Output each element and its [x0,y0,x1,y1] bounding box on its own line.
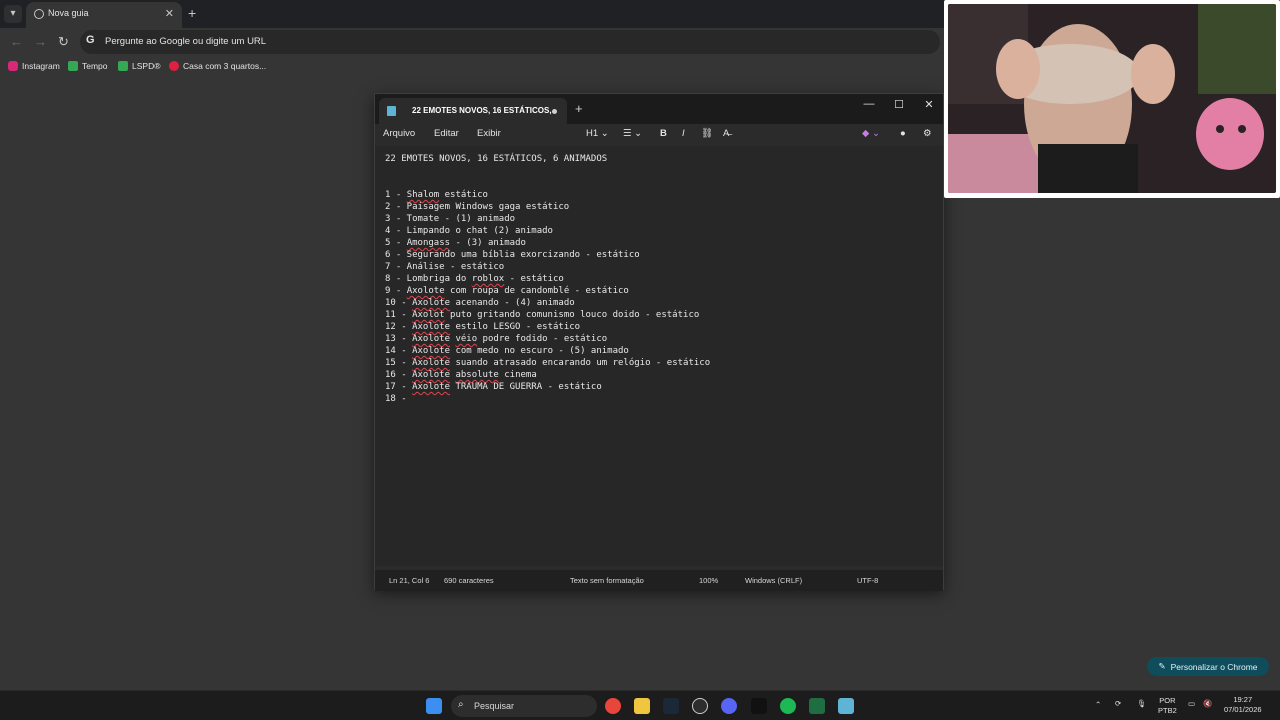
cursor-position: Ln 21, Col 6 [389,576,430,585]
char-count: 690 caracteres [444,576,494,585]
bookmark-lspd[interactable]: LSPD® [118,61,160,71]
address-bar[interactable]: G Pergunte ao Google ou digite um URL [80,30,940,54]
notepad-titlebar: 22 EMOTES NOVOS, 16 ESTÁTICOS, + — ☐ ✕ [375,94,943,124]
spotify-icon[interactable] [780,698,796,714]
tab-search-button[interactable]: ▾ [4,5,22,23]
bookmark-casa[interactable]: Casa com 3 quartos... [169,61,266,71]
maximize-button[interactable]: ☐ [889,98,909,111]
bold-icon[interactable]: B [660,128,667,139]
network-icon[interactable]: ▭ [1188,699,1195,709]
webcam-overlay [944,0,1280,198]
notepad-statusbar: Ln 21, Col 6 690 caracteres Texto sem fo… [375,570,943,591]
text-line: 13 - Axolote véio podre fodido - estátic… [385,334,608,344]
text-line: 16 - Axolote absolute cinema [385,370,537,380]
notepad-taskbar-icon[interactable] [838,698,854,714]
text-line: 9 - Axolote com roupa de candomblé - est… [385,286,629,296]
text-line: 5 - Amongass - (3) animado [385,238,526,248]
google-icon: G [86,34,95,46]
start-icon[interactable] [426,698,442,714]
search-label: Pesquisar [474,701,515,711]
obs-icon[interactable] [692,698,708,714]
text-line: 7 - Análise - estático [385,262,505,272]
copilot-icon[interactable]: ◆ ⌄ [862,128,880,139]
text-line: 4 - Limpando o chat (2) animado [385,226,553,236]
clock[interactable]: 19:27 07/01/2026 [1224,695,1262,715]
text-line: 14 - Axolote com medo no escuro - (5) an… [385,346,629,356]
volume-muted-icon[interactable]: 🔇 [1203,699,1212,709]
italic-icon[interactable]: I [682,128,685,139]
text-line: 3 - Tomate - (1) animado [385,214,516,224]
file-explorer-icon[interactable] [634,698,650,714]
webcam-video [948,4,1276,193]
windows-taskbar: ⌕ Pesquisar ⌃ ⟳ 🎙 POR PTB2 ▭ 🔇 19:27 07/… [0,690,1280,720]
pencil-icon: ✎ [1158,661,1166,671]
airbnb-icon [169,61,179,71]
link-icon[interactable]: ⛓ [701,128,713,139]
sheets-icon [68,61,78,71]
steam-icon[interactable] [663,698,679,714]
unsaved-dot-icon [552,109,557,114]
notepad-new-tab-button[interactable]: + [575,101,583,116]
encoding[interactable]: UTF-8 [857,576,878,585]
customize-chrome-button[interactable]: ✎ Personalizar o Chrome [1147,657,1269,676]
minimize-button[interactable]: — [859,98,879,110]
text-line: 12 - Axolote estilo LESGO - estático [385,322,581,332]
menu-editar[interactable]: Editar [434,128,459,139]
clear-format-icon[interactable]: A̶ [723,128,729,139]
instagram-icon [8,61,18,71]
text-line: 8 - Lombriga do roblox - estático [385,274,564,284]
search-icon: ⌕ [458,699,464,710]
menu-exibir[interactable]: Exibir [477,128,501,139]
heading-dropdown[interactable]: H1 ⌄ [586,128,609,139]
notepad-tab-title: 22 EMOTES NOVOS, 16 ESTÁTICOS, [412,106,552,115]
menu-arquivo[interactable]: Arquivo [383,128,415,139]
text-line: 6 - Segurando uma bíblia exorcizando - e… [385,250,640,260]
reload-button[interactable]: ↻ [58,34,69,50]
text-line: 2 - Paisagem Windows gaga estático [385,202,570,212]
chrome-icon[interactable] [605,698,621,714]
notepad-window: 22 EMOTES NOVOS, 16 ESTÁTICOS, + — ☐ ✕ A… [374,93,944,591]
globe-icon [34,9,44,19]
notepad-tab[interactable]: 22 EMOTES NOVOS, 16 ESTÁTICOS, [379,98,567,124]
chevron-up-icon[interactable]: ⌃ [1095,700,1101,710]
discord-icon[interactable] [721,698,737,714]
new-tab-button[interactable]: + [188,5,196,21]
notepad-menubar: Arquivo Editar Exibir H1 ⌄ ☰ ⌄ B I ⛓ A̶ … [375,124,943,146]
back-button[interactable]: ← [10,34,23,49]
address-bar-placeholder: Pergunte ao Google ou digite um URL [105,36,267,47]
text-line: 15 - Axolote suando atrasado encarando u… [385,358,711,368]
zoom-level[interactable]: 100% [699,576,718,585]
close-window-button[interactable]: ✕ [919,98,939,111]
text-line: 11 - Axolot puto gritando comunismo louc… [385,310,700,320]
notepad-icon [387,106,396,116]
text-line: 1 - Shalom estático [385,190,488,200]
sheets-icon [118,61,128,71]
taskbar-search[interactable]: ⌕ Pesquisar [451,695,597,717]
text-line: 10 - Axolote acenando - (4) animado [385,298,575,308]
sync-icon[interactable]: ⟳ [1115,699,1121,709]
account-icon[interactable]: ● [900,128,906,139]
bookmark-instagram[interactable]: Instagram [8,61,60,71]
excel-icon[interactable] [809,698,825,714]
microphone-icon[interactable]: 🎙 [1137,699,1147,709]
language-indicator[interactable]: POR PTB2 [1158,696,1177,716]
settings-gear-icon[interactable]: ⚙ [923,128,932,139]
line-ending[interactable]: Windows (CRLF) [745,576,802,585]
tab-title: Nova guia [48,8,89,18]
terminal-icon[interactable] [751,698,767,714]
forward-button[interactable]: → [34,34,47,49]
close-tab-button[interactable]: ✕ [165,7,174,20]
bookmark-tempo[interactable]: Tempo [68,61,108,71]
tab-new-tab[interactable]: Nova guia ✕ [26,2,182,28]
list-icon[interactable]: ☰ ⌄ [623,128,642,139]
notepad-text-area[interactable]: 22 EMOTES NOVOS, 16 ESTÁTICOS, 6 ANIMADO… [375,146,943,566]
text-line: 17 - Axolote TRAUMA DE GUERRA - estático [385,382,602,392]
text-format[interactable]: Texto sem formatação [570,576,644,585]
text-line: 18 - [385,394,413,404]
text-line: 22 EMOTES NOVOS, 16 ESTÁTICOS, 6 ANIMADO… [385,154,608,164]
